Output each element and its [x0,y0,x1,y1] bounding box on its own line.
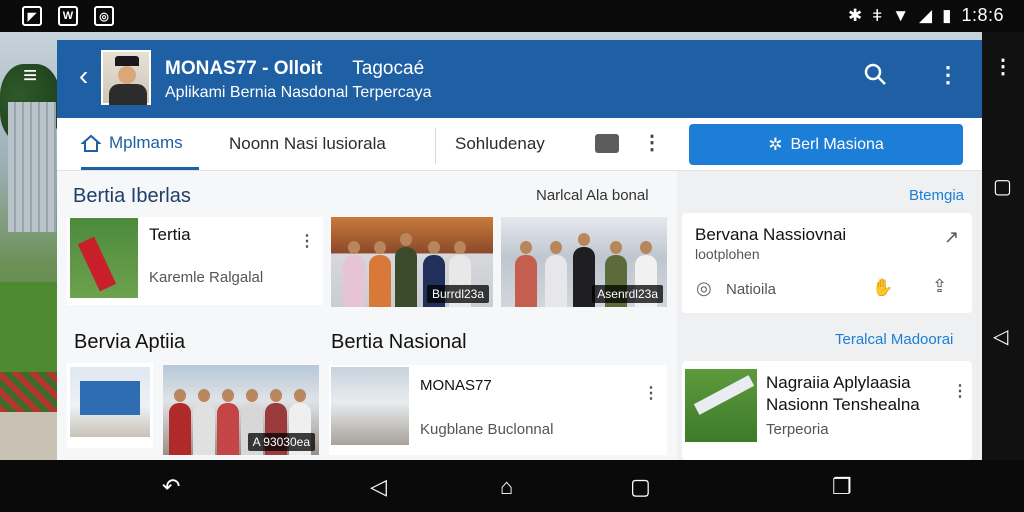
back-icon[interactable]: ◁ [370,474,387,500]
news-card[interactable] [67,363,153,448]
news-photo[interactable]: A 93030ea [163,365,319,455]
tab-more-icon[interactable]: ⋮ [642,130,662,155]
side-card-subtitle: Terpeoria [766,421,829,438]
undo-back-icon[interactable]: ↶ [162,474,180,500]
back-arrow-icon[interactable]: ‹ [79,60,88,92]
side-link[interactable]: Btemgia [909,187,964,204]
search-icon[interactable] [863,62,887,86]
home-icon [81,134,101,152]
system-side-bar: ⋮ ▢ ◁ [982,32,1024,460]
side-card-meta: Natioila [726,281,777,298]
news-title: MONAS77 [420,377,492,394]
recents-square-icon[interactable]: ▢ [993,174,1012,199]
national-news-button[interactable]: ✲ Berl Masiona [689,124,963,165]
news-thumbnail [70,367,150,437]
arrow-icon[interactable]: ↗ [944,227,959,248]
app-title: MONAS77 - Olloit Tagocaé [165,58,425,79]
vibrate-icon: ǂ [872,5,883,25]
side-card-thumbnail [685,369,757,442]
section-title: Bervia Aptiia [74,331,186,353]
section-title: Bertia Iberlas [73,185,191,207]
card-more-icon[interactable]: ⋮ [952,381,968,401]
card-more-icon[interactable]: ⋮ [643,383,659,403]
gallery-icon[interactable] [595,134,619,153]
side-card[interactable]: Bervana Nassiovnai lootplohen ↗ ◎ Natioi… [682,213,972,313]
camera-notification-icon: ◎ [94,6,114,26]
gear-icon: ✲ [768,134,783,154]
tab-home[interactable]: Mplmams [81,118,199,170]
multiwindow-icon[interactable]: ❐ [832,474,852,500]
share-icon[interactable]: ⇪ [932,276,947,297]
clock-icon: ◎ [696,278,712,298]
react-icon[interactable]: ✋ [872,278,893,298]
building [8,102,56,232]
clock: 1:8:6 [961,5,1004,25]
tab-schedule[interactable]: Sohludenay [455,118,545,170]
overflow-menu-icon[interactable]: ⋮ [993,54,1013,79]
tab-divider [435,128,436,164]
news-thumbnail [331,367,409,445]
avatar[interactable] [101,50,151,105]
side-panel: Btemgia Bervana Nassiovnai lootplohen ↗ … [677,171,982,460]
recents-icon[interactable]: ▢ [630,474,651,500]
section-title: Bertia Nasional [331,331,467,353]
news-thumbnail [70,218,138,298]
lawn [0,282,60,372]
app-tagline: Tagocaé [352,58,425,79]
navigation-bar: ↶ ◁ ⌂ ▢ ❐ [0,460,1024,512]
photo-badge: Asenrdl23a [592,285,663,303]
app-subtitle: Aplikami Bernia Nasdonal Terpercaya [165,84,432,101]
photo-badge: Burrdl23a [426,285,489,303]
news-source: Karemle Ralgalal [149,269,264,286]
news-photo[interactable]: Burrdl23a [331,217,493,307]
photo-badge: A 93030ea [247,433,315,451]
signal-icon: ◢ [919,5,933,25]
news-source: Kugblane Buclonnal [420,421,554,438]
news-photo[interactable]: Asenrdl23a [501,217,667,307]
side-card[interactable]: Nagraiia Aplylaasia Nasionn Tenshealna T… [682,361,972,460]
card-more-icon[interactable]: ⋮ [299,231,315,251]
app-window: ‹ MONAS77 - Olloit Tagocaé Aplikami Berni… [57,40,982,460]
side-card-title-line2: Nasionn Tenshealna [766,395,920,414]
news-card[interactable]: MONAS77 Kugblane Buclonnal ⋮ [329,365,667,455]
side-card-title: Nagraiia Aplylaasia [766,373,911,392]
home-icon[interactable]: ⌂ [500,474,513,500]
section-link[interactable]: Narlcal Ala bonal [536,187,649,204]
side-card-subtitle: lootplohen [695,246,760,262]
wifi-icon: ▼ [892,5,910,25]
battery-icon: ▮ [942,5,952,25]
tab-bar: Mplmams Noonn Nasi lusiorala Sohludenay … [57,118,982,171]
news-title: Tertia [149,225,191,244]
menu-icon[interactable]: ≡ [23,62,37,90]
more-options-icon[interactable]: ⋮ [937,62,959,88]
tab-national[interactable]: Noonn Nasi lusiorala [229,118,386,170]
news-card[interactable]: Tertia Karemle Ralgalal ⋮ [67,217,323,305]
side-link[interactable]: Teralcal Madoorai [835,331,953,348]
app-notification-icon: W [58,6,78,26]
app-bar: ‹ MONAS77 - Olloit Tagocaé Aplikami Berni… [57,40,982,118]
notification-icon: ◤ [22,6,42,26]
side-card-title: Bervana Nassiovnai [695,225,847,244]
back-triangle-icon[interactable]: ◁ [993,324,1008,349]
flower-bed [0,372,60,412]
bluetooth-icon: ✱ [848,5,863,25]
status-bar: ◤ W ◎ ✱ ǂ ▼ ◢ ▮ 1:8:6 [0,0,1024,32]
main-content: Bertia Iberlas Narlcal Ala bonal Tertia … [57,171,677,460]
